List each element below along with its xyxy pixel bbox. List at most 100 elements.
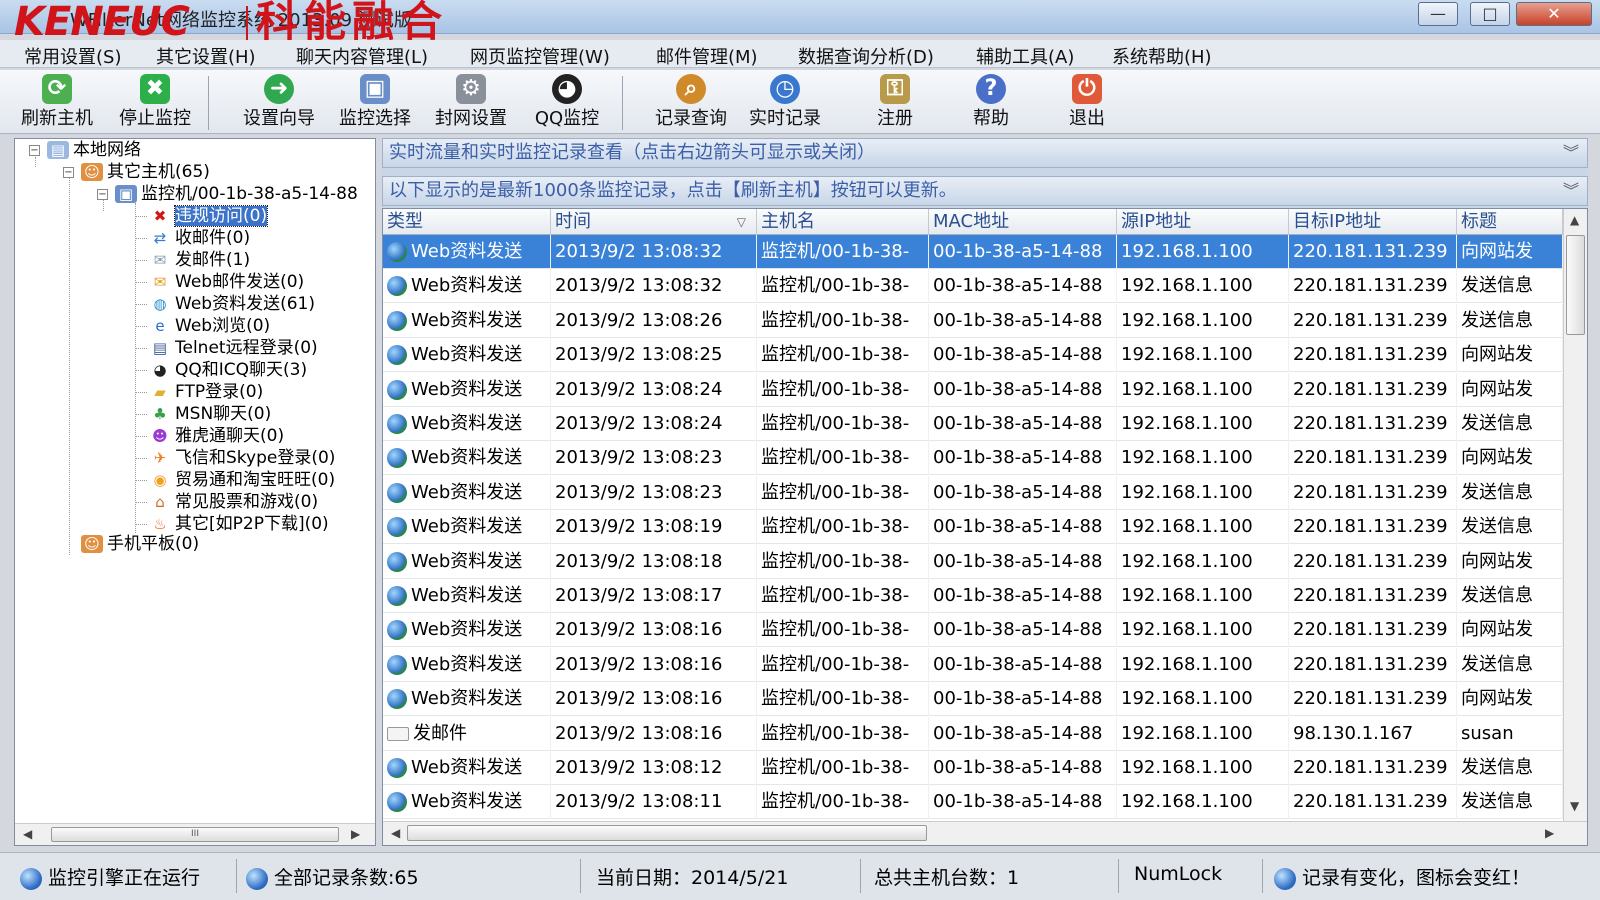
column-header-dest-ip[interactable]: 目标IP地址: [1289, 209, 1457, 235]
table-row[interactable]: Web资料发送 2013/9/2 13:08:16 监控机/00-1b-38- 00-…: [383, 613, 1563, 648]
globe-icon: [387, 448, 407, 469]
table-row[interactable]: Web资料发送 2013/9/2 13:08:24 监控机/00-1b-38- 00-…: [383, 407, 1563, 441]
table-row[interactable]: Web资料发送 2013/9/2 13:08:24 监控机/00-1b-38- 00-…: [383, 372, 1563, 407]
tree-expander[interactable]: −: [97, 189, 108, 200]
scroll-thumb[interactable]: [407, 825, 927, 841]
table-row[interactable]: Web资料发送 2013/9/2 13:08:32 监控机/00-1b-38- 00-…: [383, 269, 1563, 304]
column-header-type[interactable]: 类型: [383, 209, 551, 235]
maximize-button[interactable]: □: [1470, 2, 1510, 26]
table-row[interactable]: Web资料发送 2013/9/2 13:08:23 监控机/00-1b-38- 00-…: [383, 475, 1563, 510]
tree-item[interactable]: ▰ FTP登录(0): [149, 381, 263, 403]
column-header-hostname[interactable]: 主机名: [757, 209, 929, 235]
menu-chat-management[interactable]: 聊天内容管理(L): [296, 43, 428, 69]
tree-item[interactable]: ✉ Web邮件发送(0): [149, 271, 304, 293]
tree-item[interactable]: ⌂ 常见股票和游戏(0): [149, 491, 318, 513]
table-row[interactable]: Web资料发送 2013/9/2 13:08:17 监控机/00-1b-38- 00-…: [383, 579, 1563, 613]
cell-text: 220.181.131.239: [1293, 241, 1448, 262]
tree-item[interactable]: ◕ QQ和ICQ聊天(3): [149, 359, 307, 381]
cell-text: Web资料发送: [411, 791, 523, 813]
table-vertical-scrollbar[interactable]: ▲ ▼: [1563, 209, 1587, 821]
tree-expander[interactable]: −: [63, 167, 74, 178]
users-icon: ☺: [81, 535, 103, 553]
realtime-info-bar[interactable]: 实时流量和实时监控记录查看（点击右边箭头可显示或关闭） ︾: [382, 138, 1588, 168]
scroll-left-icon[interactable]: ◀: [23, 827, 32, 841]
tree-item[interactable]: ▤ Telnet远程登录(0): [149, 337, 318, 359]
tree-item[interactable]: ✈ 飞信和Skype登录(0): [149, 447, 336, 469]
column-header-time[interactable]: 时间 ▽: [551, 209, 757, 235]
table-row[interactable]: Web资料发送 2013/9/2 13:08:26 监控机/00-1b-38- 00-…: [383, 303, 1563, 338]
tree-item[interactable]: ◍ Web资料发送(61): [149, 293, 315, 315]
tree-item[interactable]: ☻ 雅虎通聊天(0): [149, 425, 284, 447]
tree-item[interactable]: ♣ MSN聊天(0): [149, 403, 271, 425]
cell-mac: 00-1b-38-a5-14-88: [929, 372, 1117, 407]
scroll-down-icon[interactable]: ▼: [1570, 799, 1579, 813]
scroll-up-icon[interactable]: ▲: [1570, 213, 1579, 227]
menu-data-query[interactable]: 数据查询分析(D): [798, 43, 934, 69]
column-header-mac[interactable]: MAC地址: [929, 209, 1117, 235]
column-header-source-ip[interactable]: 源IP地址: [1117, 209, 1289, 235]
menu-tools[interactable]: 辅助工具(A): [976, 43, 1074, 69]
scroll-thumb[interactable]: [1566, 235, 1585, 335]
register-button[interactable]: ⚿ 注册: [850, 72, 940, 132]
tree-line: [135, 203, 136, 533]
menu-other-settings[interactable]: 其它设置(H): [156, 43, 256, 69]
stop-monitoring-button[interactable]: ✖ 停止监控: [110, 72, 200, 132]
scroll-left-icon[interactable]: ◀: [391, 826, 400, 840]
host-tree[interactable]: − ▤ 本地网络 − ☺ 其它主机(65) − ▣ 监控机/00-1b-38-a5-1…: [14, 138, 376, 846]
tree-item[interactable]: ⇄ 收邮件(0): [149, 227, 250, 249]
scroll-right-icon[interactable]: ▶: [1545, 826, 1554, 840]
monitor-select-button[interactable]: ▣ 监控选择: [330, 72, 420, 132]
refresh-hosts-button[interactable]: ⟳ 刷新主机: [12, 72, 102, 132]
help-button[interactable]: ? 帮助: [946, 72, 1036, 132]
scroll-right-icon[interactable]: ▶: [351, 827, 360, 841]
tree-item[interactable]: ◉ 贸易通和淘宝旺旺(0): [149, 469, 335, 491]
minimize-button[interactable]: —: [1418, 2, 1458, 26]
tree-item[interactable]: ✖ 违规访问(0): [149, 205, 269, 227]
cell-text: 2013/9/2 13:08:19: [555, 516, 723, 538]
column-header-title[interactable]: 标题: [1457, 209, 1563, 235]
table-row[interactable]: Web资料发送 2013/9/2 13:08:23 监控机/00-1b-38- 00-…: [383, 441, 1563, 476]
tree-host-monitor[interactable]: ▣ 监控机/00-1b-38-a5-14-88: [115, 183, 358, 205]
tree-item[interactable]: ✉ 发邮件(1): [149, 249, 250, 271]
table-row[interactable]: Web资料发送 2013/9/2 13:08:25 监控机/00-1b-38- 00-…: [383, 338, 1563, 373]
table-header: 类型 时间 ▽ 主机名 MAC地址 源IP地址 目标IP地址 标题: [383, 209, 1563, 235]
table-row[interactable]: Web资料发送 2013/9/2 13:08:12 监控机/00-1b-38- 00-…: [383, 751, 1563, 785]
tree-line: [135, 348, 147, 349]
tree-expander[interactable]: −: [29, 145, 40, 156]
tree-group-other-hosts[interactable]: ☺ 其它主机(65): [81, 161, 210, 183]
table-row[interactable]: 发邮件 2013/9/2 13:08:16 监控机/00-1b-38- 00-1b-3…: [383, 716, 1563, 751]
records-table[interactable]: 类型 时间 ▽ 主机名 MAC地址 源IP地址 目标IP地址 标题 Web资料发送…: [382, 208, 1588, 846]
menu-common-settings[interactable]: 常用设置(S): [24, 43, 121, 69]
close-button[interactable]: ✕: [1516, 2, 1592, 26]
chevron-down-icon[interactable]: ︾: [1563, 139, 1579, 167]
block-network-button[interactable]: ⚙ 封网设置: [426, 72, 516, 132]
scroll-thumb[interactable]: III: [51, 827, 339, 842]
record-query-button[interactable]: ⌕ 记录查询: [646, 72, 736, 132]
table-horizontal-scrollbar[interactable]: ◀ ▶: [383, 821, 1587, 845]
tree-item-icon: ✉: [153, 273, 167, 291]
menu-web-monitoring[interactable]: 网页监控管理(W): [470, 43, 610, 69]
table-row[interactable]: Web资料发送 2013/9/2 13:08:32 监控机/00-1b-38- 00-…: [383, 235, 1563, 269]
chevron-down-icon[interactable]: ︾: [1563, 177, 1579, 205]
tree-item[interactable]: ♨ 其它[如P2P下载](0): [149, 513, 328, 535]
table-row[interactable]: Web资料发送 2013/9/2 13:08:16 监控机/00-1b-38- 00-…: [383, 647, 1563, 682]
tree-item-icon: ✉: [153, 251, 167, 269]
table-row[interactable]: Web资料发送 2013/9/2 13:08:11 监控机/00-1b-38- 00-…: [383, 785, 1563, 820]
tree-item[interactable]: e Web浏览(0): [149, 315, 270, 337]
menu-help[interactable]: 系统帮助(H): [1112, 43, 1212, 69]
cell-time: 2013/9/2 13:08:16: [551, 716, 757, 751]
menu-mail-management[interactable]: 邮件管理(M): [656, 43, 758, 69]
latest-info-bar[interactable]: 以下显示的是最新1000条监控记录，点击【刷新主机】按钮可以更新。 ︾: [382, 176, 1588, 206]
table-row[interactable]: Web资料发送 2013/9/2 13:08:16 监控机/00-1b-38- 00-…: [383, 682, 1563, 717]
tree-root-local-network[interactable]: ▤ 本地网络: [47, 139, 141, 161]
exit-button[interactable]: ⏻ 退出: [1042, 72, 1132, 132]
table-row[interactable]: Web资料发送 2013/9/2 13:08:18 监控机/00-1b-38- 00-…: [383, 544, 1563, 579]
qq-monitor-button[interactable]: ◕ QQ监控: [522, 72, 612, 132]
table-row[interactable]: Web资料发送 2013/9/2 13:08:19 监控机/00-1b-38- 00-…: [383, 510, 1563, 545]
cell-hostname: 监控机/00-1b-38-: [757, 372, 929, 407]
tree-horizontal-scrollbar[interactable]: ◀ III ▶: [15, 823, 375, 845]
globe-icon: [387, 379, 407, 400]
realtime-record-button[interactable]: ◷ 实时记录: [740, 72, 830, 132]
setup-wizard-button[interactable]: ➜ 设置向导: [234, 72, 324, 132]
tree-group-mobile[interactable]: ☺ 手机平板(0): [81, 533, 199, 555]
